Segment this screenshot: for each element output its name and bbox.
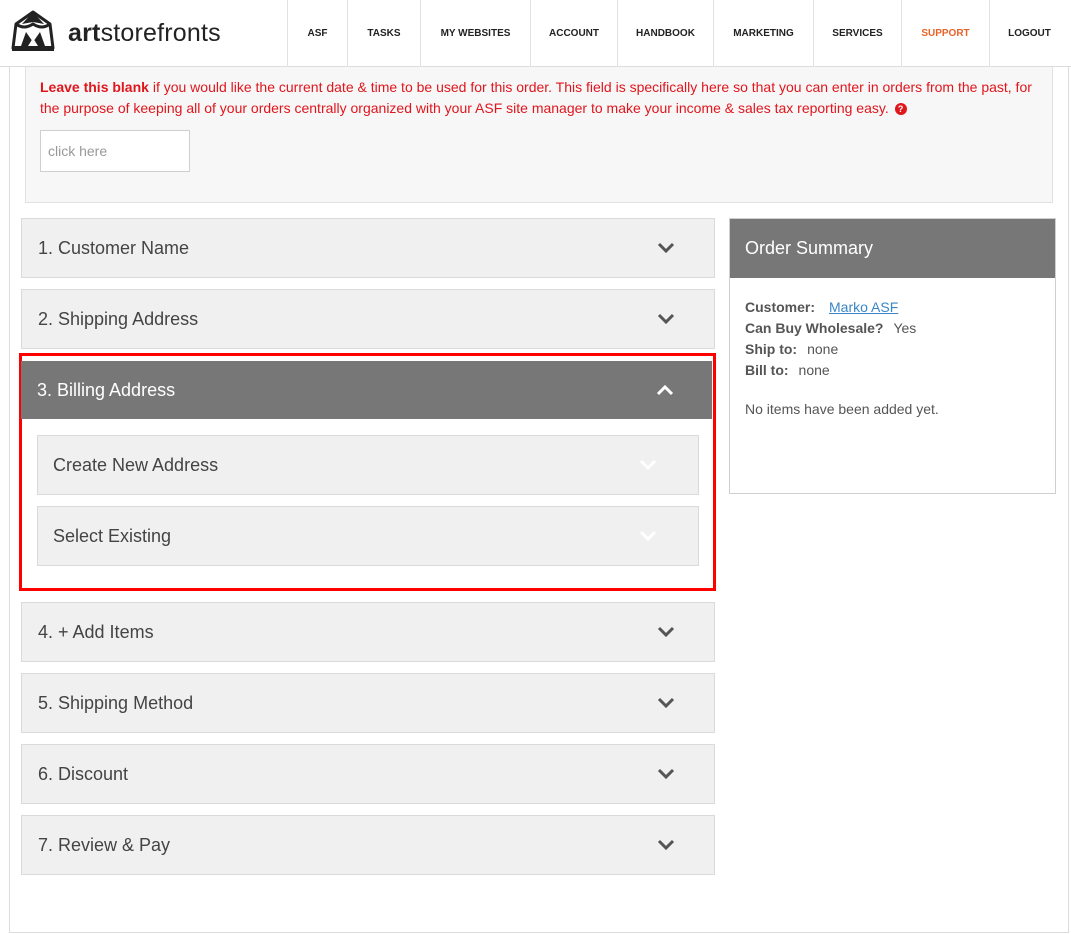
step-shipping-address[interactable]: 2. Shipping Address	[21, 289, 715, 349]
option-label: Create New Address	[53, 454, 219, 475]
chevron-down-icon	[656, 241, 676, 255]
summary-ship-value: none	[807, 341, 839, 357]
nav-item-logout[interactable]: LOGOUT	[989, 0, 1069, 67]
summary-wholesale-row: Can Buy Wholesale? Yes	[745, 318, 1040, 339]
nav-item-my-websites[interactable]: MY WEBSITES	[420, 0, 530, 67]
option-label: Select Existing	[53, 525, 172, 546]
summary-ship-label: Ship to:	[745, 341, 798, 357]
nav-item-services[interactable]: SERVICES	[813, 0, 901, 67]
brand-logo[interactable]: artstorefronts	[8, 8, 221, 58]
chevron-down-icon	[656, 767, 676, 781]
nav-item-support[interactable]: SUPPORT	[901, 0, 989, 67]
chevron-down-icon	[638, 529, 658, 543]
nav-item-account[interactable]: ACCOUNT	[530, 0, 617, 67]
brand-name: artstorefronts	[68, 18, 221, 47]
select-existing-address-option[interactable]: Select Existing	[37, 506, 699, 566]
order-date-section: Leave this blank if you would like the c…	[25, 67, 1053, 203]
step-label: 3. Billing Address	[37, 379, 176, 400]
step-label: 6. Discount	[38, 763, 129, 784]
step-label: 4. + Add Items	[38, 621, 154, 642]
main-nav: ASF TASKS MY WEBSITES ACCOUNT HANDBOOK MARKET…	[287, 0, 1069, 67]
nav-item-asf[interactable]: ASF	[287, 0, 347, 67]
chevron-down-icon	[656, 312, 676, 326]
summary-ship-row: Ship to: none	[745, 339, 1040, 360]
step-customer-name[interactable]: 1. Customer Name	[21, 218, 715, 278]
summary-bill-value: none	[798, 362, 830, 378]
nav-item-marketing[interactable]: MARKETING	[713, 0, 813, 67]
question-circle-icon[interactable]: ?	[894, 103, 907, 116]
summary-wholesale-label: Can Buy Wholesale?	[745, 320, 884, 336]
step-label: 2. Shipping Address	[38, 308, 199, 329]
order-summary-title: Order Summary	[730, 219, 1055, 278]
summary-bill-row: Bill to: none	[745, 360, 1040, 381]
step-review-pay[interactable]: 7. Review & Pay	[21, 815, 715, 875]
step-billing-address[interactable]: 3. Billing Address	[21, 361, 712, 419]
chevron-up-icon	[655, 383, 675, 397]
order-date-emphasis: Leave this blank	[40, 79, 149, 95]
order-date-description: if you would like the current date & tim…	[40, 79, 1032, 116]
nav-item-tasks[interactable]: TASKS	[347, 0, 420, 67]
chevron-down-icon	[656, 625, 676, 639]
step-label: 5. Shipping Method	[38, 692, 194, 713]
order-summary-body: Customer: Marko ASF Can Buy Wholesale? Yes…	[730, 278, 1055, 417]
nav-item-handbook[interactable]: HANDBOOK	[617, 0, 713, 67]
create-new-address-option[interactable]: Create New Address	[37, 435, 699, 495]
step-add-items[interactable]: 4. + Add Items	[21, 602, 715, 662]
summary-wholesale-value: Yes	[893, 320, 917, 336]
summary-bill-label: Bill to:	[745, 362, 789, 378]
chevron-down-icon	[656, 696, 676, 710]
order-date-input[interactable]	[40, 130, 190, 172]
summary-customer-label: Customer:	[745, 299, 816, 315]
step-shipping-method[interactable]: 5. Shipping Method	[21, 673, 715, 733]
customer-link[interactable]: Marko ASF	[829, 299, 898, 315]
step-label: 7. Review & Pay	[38, 834, 171, 855]
tent-logo-icon	[11, 10, 55, 51]
summary-customer-row: Customer: Marko ASF	[745, 297, 1040, 318]
step-label: 1. Customer Name	[38, 237, 190, 258]
chevron-down-icon	[656, 838, 676, 852]
chevron-down-icon	[638, 458, 658, 472]
order-summary-panel: Order Summary Customer: Marko ASF Can Buy…	[729, 218, 1056, 494]
summary-empty-message: No items have been added yet.	[745, 401, 939, 417]
order-date-instructions: Leave this blank if you would like the c…	[40, 77, 1040, 119]
step-discount[interactable]: 6. Discount	[21, 744, 715, 804]
top-header: artstorefronts ASF TASKS MY WEBSITES ACCOUN…	[0, 0, 1071, 67]
